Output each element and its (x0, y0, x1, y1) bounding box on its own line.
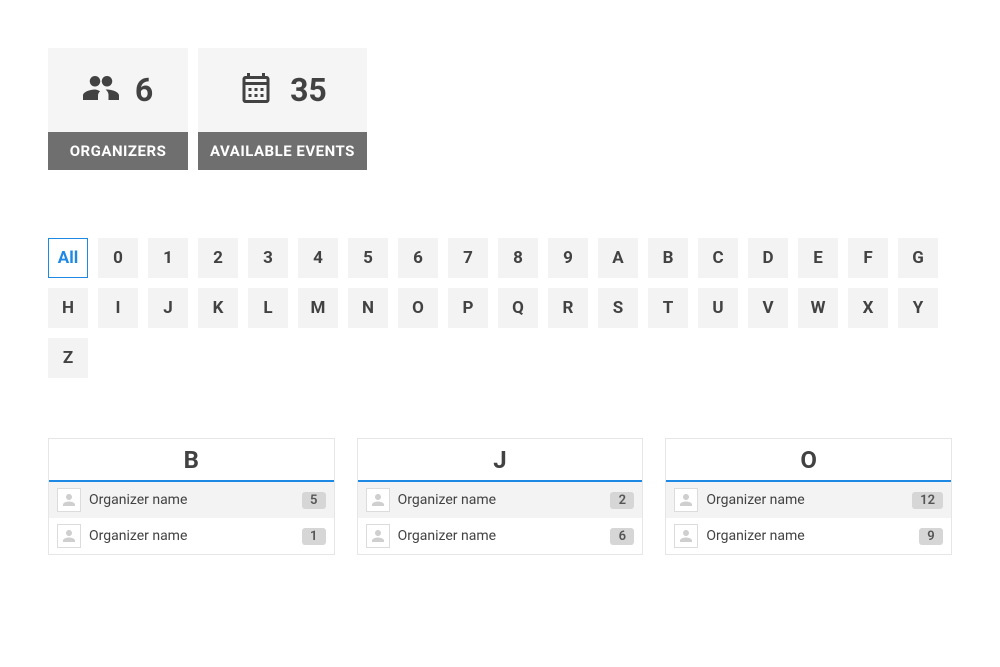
alpha-filter-1[interactable]: 1 (148, 238, 188, 278)
group-header: B (49, 439, 334, 482)
organizer-row[interactable]: Organizer name 2 (358, 482, 643, 518)
alpha-filter-z[interactable]: Z (48, 338, 88, 378)
alpha-filter-y[interactable]: Y (898, 288, 938, 328)
avatar-icon (674, 488, 698, 512)
alpha-filter-h[interactable]: H (48, 288, 88, 328)
organizer-row[interactable]: Organizer name 12 (666, 482, 951, 518)
alpha-filter-v[interactable]: V (748, 288, 788, 328)
alpha-filter-n[interactable]: N (348, 288, 388, 328)
organizer-groups: BOrganizer name5Organizer name1JOrganize… (48, 438, 952, 555)
alpha-filter-w[interactable]: W (798, 288, 838, 328)
alpha-filter-g[interactable]: G (898, 238, 938, 278)
organizer-count-badge: 2 (610, 492, 634, 509)
stat-cards: 6 ORGANIZERS 35 AVAILABLE EVENTS (48, 48, 952, 170)
avatar-icon (366, 524, 390, 548)
events-count: 35 (290, 71, 327, 109)
events-label: AVAILABLE EVENTS (198, 132, 367, 170)
organizer-row[interactable]: Organizer name 5 (49, 482, 334, 518)
alpha-filter-2[interactable]: 2 (198, 238, 238, 278)
organizer-count-badge: 6 (610, 528, 634, 545)
organizer-name: Organizer name (706, 492, 904, 508)
alpha-filter-i[interactable]: I (98, 288, 138, 328)
avatar-icon (674, 524, 698, 548)
alpha-filter-6[interactable]: 6 (398, 238, 438, 278)
alpha-filter-all[interactable]: All (48, 238, 88, 278)
calendar-icon (238, 70, 274, 110)
organizer-row[interactable]: Organizer name 9 (666, 518, 951, 554)
avatar-icon (366, 488, 390, 512)
alpha-filter-0[interactable]: 0 (98, 238, 138, 278)
alpha-filter-j[interactable]: J (148, 288, 188, 328)
organizer-row[interactable]: Organizer name 6 (358, 518, 643, 554)
alpha-filter-q[interactable]: Q (498, 288, 538, 328)
alpha-filter-5[interactable]: 5 (348, 238, 388, 278)
organizer-name: Organizer name (398, 528, 603, 544)
alpha-filter-o[interactable]: O (398, 288, 438, 328)
group-o: O Organizer name 12 Organizer name 9 (665, 438, 952, 555)
group-b: B Organizer name 5 Organizer name 1 (48, 438, 335, 555)
alpha-filter-r[interactable]: R (548, 288, 588, 328)
group-header: J (358, 439, 643, 482)
alpha-filter-u[interactable]: U (698, 288, 738, 328)
organizers-stat-top: 6 (48, 48, 188, 132)
alpha-filter-4[interactable]: 4 (298, 238, 338, 278)
organizer-count-badge: 5 (302, 492, 326, 509)
alpha-filter-e[interactable]: E (798, 238, 838, 278)
organizer-count-badge: 9 (919, 528, 943, 545)
alpha-filter-m[interactable]: M (298, 288, 338, 328)
alpha-filter-k[interactable]: K (198, 288, 238, 328)
organizer-row[interactable]: Organizer name 1 (49, 518, 334, 554)
alpha-filter-f[interactable]: F (848, 238, 888, 278)
users-icon (83, 70, 119, 110)
organizers-stat-card: 6 ORGANIZERS (48, 48, 188, 170)
alpha-filter-7[interactable]: 7 (448, 238, 488, 278)
alpha-filter-list: All0123456789ABCDEFG HIJKLMNOPQRSTUVWXY Z (48, 238, 952, 378)
alpha-filter-d[interactable]: D (748, 238, 788, 278)
organizer-name: Organizer name (398, 492, 603, 508)
organizer-count-badge: 12 (912, 492, 943, 509)
organizer-name: Organizer name (89, 528, 294, 544)
alpha-filter-x[interactable]: X (848, 288, 888, 328)
organizers-label: ORGANIZERS (48, 132, 188, 170)
alpha-filter-t[interactable]: T (648, 288, 688, 328)
alpha-filter-c[interactable]: C (698, 238, 738, 278)
alpha-filter-b[interactable]: B (648, 238, 688, 278)
organizers-count: 6 (135, 71, 153, 109)
alpha-filter-l[interactable]: L (248, 288, 288, 328)
group-header: O (666, 439, 951, 482)
alpha-filter-9[interactable]: 9 (548, 238, 588, 278)
alpha-filter-p[interactable]: P (448, 288, 488, 328)
organizer-name: Organizer name (89, 492, 294, 508)
avatar-icon (57, 488, 81, 512)
alpha-filter-s[interactable]: S (598, 288, 638, 328)
organizer-count-badge: 1 (302, 528, 326, 545)
group-j: J Organizer name 2 Organizer name 6 (357, 438, 644, 555)
events-stat-card: 35 AVAILABLE EVENTS (198, 48, 367, 170)
avatar-icon (57, 524, 81, 548)
alpha-filter-a[interactable]: A (598, 238, 638, 278)
alpha-filter-3[interactable]: 3 (248, 238, 288, 278)
organizer-name: Organizer name (706, 528, 911, 544)
events-stat-top: 35 (198, 48, 367, 132)
alpha-filter-8[interactable]: 8 (498, 238, 538, 278)
